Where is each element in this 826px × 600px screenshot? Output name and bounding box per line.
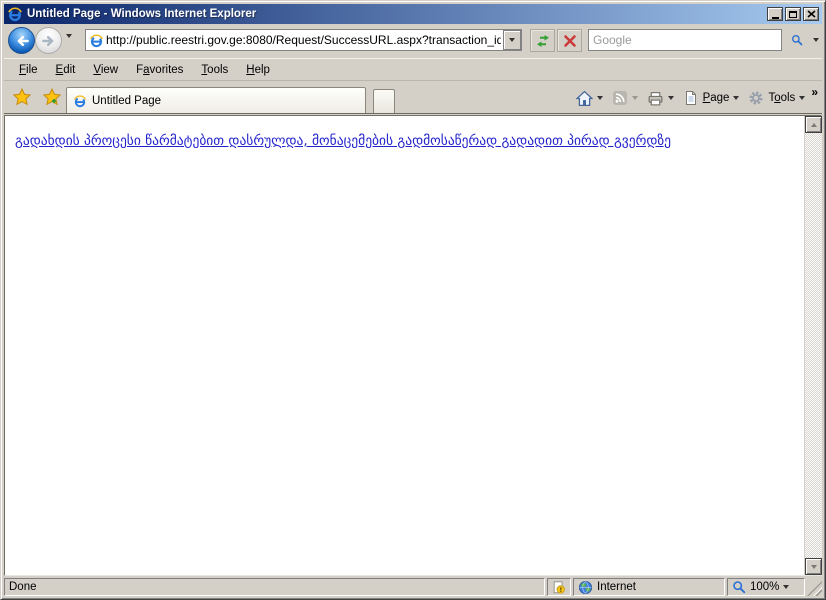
gear-icon (748, 90, 764, 106)
status-message: Done (4, 578, 545, 596)
add-favorite-button[interactable] (40, 85, 64, 109)
add-favorite-star-icon (43, 88, 61, 106)
vertical-scrollbar[interactable] (804, 116, 821, 575)
maximize-icon (789, 11, 797, 18)
zoom-level: 100% (750, 581, 779, 593)
page-content: გადახდის პროცესი წარმატებით დასრულდა, მო… (4, 115, 822, 576)
search-icon (791, 32, 803, 48)
feeds-button[interactable] (609, 88, 641, 108)
chevron-down-icon (509, 38, 515, 42)
ie-logo-icon (7, 6, 23, 22)
chevron-down-icon (813, 38, 819, 42)
printer-icon (647, 90, 664, 107)
window-title: Untitled Page - Windows Internet Explore… (27, 8, 767, 20)
back-arrow-icon (13, 32, 31, 50)
payment-success-link[interactable]: გადახდის პროცესი წარმატებით დასრულდა, მო… (15, 133, 671, 149)
search-input[interactable] (589, 33, 781, 47)
forward-button[interactable] (35, 27, 62, 54)
tab-favicon-icon (73, 94, 87, 108)
address-bar[interactable] (85, 29, 522, 51)
chevron-down-icon (733, 96, 739, 100)
back-button[interactable] (8, 27, 35, 54)
search-button[interactable] (785, 29, 809, 51)
menu-favorites[interactable]: Favorites (127, 62, 192, 78)
menu-help[interactable]: Help (237, 62, 279, 78)
search-box[interactable] (588, 29, 782, 51)
chevron-down-icon (799, 96, 805, 100)
menu-bar: File Edit View Favorites Tools Help (4, 58, 822, 81)
new-tab-button[interactable] (373, 89, 395, 113)
refresh-button[interactable] (530, 29, 555, 52)
chevron-down-icon (66, 34, 72, 50)
close-icon (807, 10, 816, 18)
tab-label: Untitled Page (92, 95, 161, 107)
chevron-down-icon (597, 96, 603, 100)
tools-menu-button[interactable]: Tools (745, 88, 808, 108)
scroll-down-button[interactable] (805, 558, 822, 575)
more-commands-chevron[interactable]: » (811, 85, 818, 99)
zoom-control[interactable]: 100% (727, 578, 805, 596)
home-button[interactable] (573, 88, 606, 109)
browser-window: Untitled Page - Windows Internet Explore… (0, 0, 826, 600)
page-menu-button[interactable]: Page (680, 88, 743, 108)
minimize-icon (772, 17, 779, 19)
minimize-button[interactable] (767, 7, 783, 21)
print-button[interactable] (644, 88, 677, 109)
favorites-star-icon (13, 88, 31, 106)
recent-pages-dropdown[interactable] (66, 38, 72, 50)
address-history-dropdown[interactable] (503, 30, 521, 50)
page-alert-panel[interactable] (547, 578, 571, 596)
chevron-down-icon (632, 96, 638, 100)
scroll-up-button[interactable] (805, 116, 822, 133)
title-bar[interactable]: Untitled Page - Windows Internet Explore… (4, 4, 822, 24)
chevron-down-icon (668, 96, 674, 100)
status-bar: Done Internet 100% (4, 576, 822, 596)
tab-untitled-page[interactable]: Untitled Page (66, 87, 366, 113)
command-bar: Untitled Page Page Tools (4, 82, 822, 114)
search-provider-dropdown[interactable] (809, 29, 823, 51)
page-warning-icon (552, 580, 566, 595)
page-icon (683, 90, 699, 106)
security-zone-panel: Internet (573, 578, 725, 596)
rss-feed-icon (612, 90, 628, 106)
scroll-down-icon (811, 565, 817, 569)
address-input[interactable] (104, 33, 503, 47)
internet-globe-icon (578, 580, 593, 595)
stop-icon (562, 33, 578, 49)
close-button[interactable] (803, 7, 819, 21)
page-favicon-icon (89, 33, 104, 48)
menu-view[interactable]: View (84, 62, 127, 78)
navigation-bar (4, 24, 822, 57)
maximize-button[interactable] (785, 7, 801, 21)
refresh-icon (535, 33, 551, 49)
menu-tools[interactable]: Tools (192, 62, 237, 78)
menu-edit[interactable]: Edit (47, 62, 85, 78)
stop-button[interactable] (557, 29, 582, 52)
home-icon (576, 90, 593, 107)
zone-label: Internet (597, 581, 636, 593)
scroll-up-icon (811, 123, 817, 127)
forward-arrow-icon (40, 32, 58, 50)
zoom-magnifier-icon (732, 580, 746, 594)
favorites-center-button[interactable] (10, 85, 34, 109)
chevron-down-icon (783, 585, 789, 589)
resize-grip-icon[interactable] (807, 581, 822, 596)
menu-file[interactable]: File (10, 62, 47, 78)
